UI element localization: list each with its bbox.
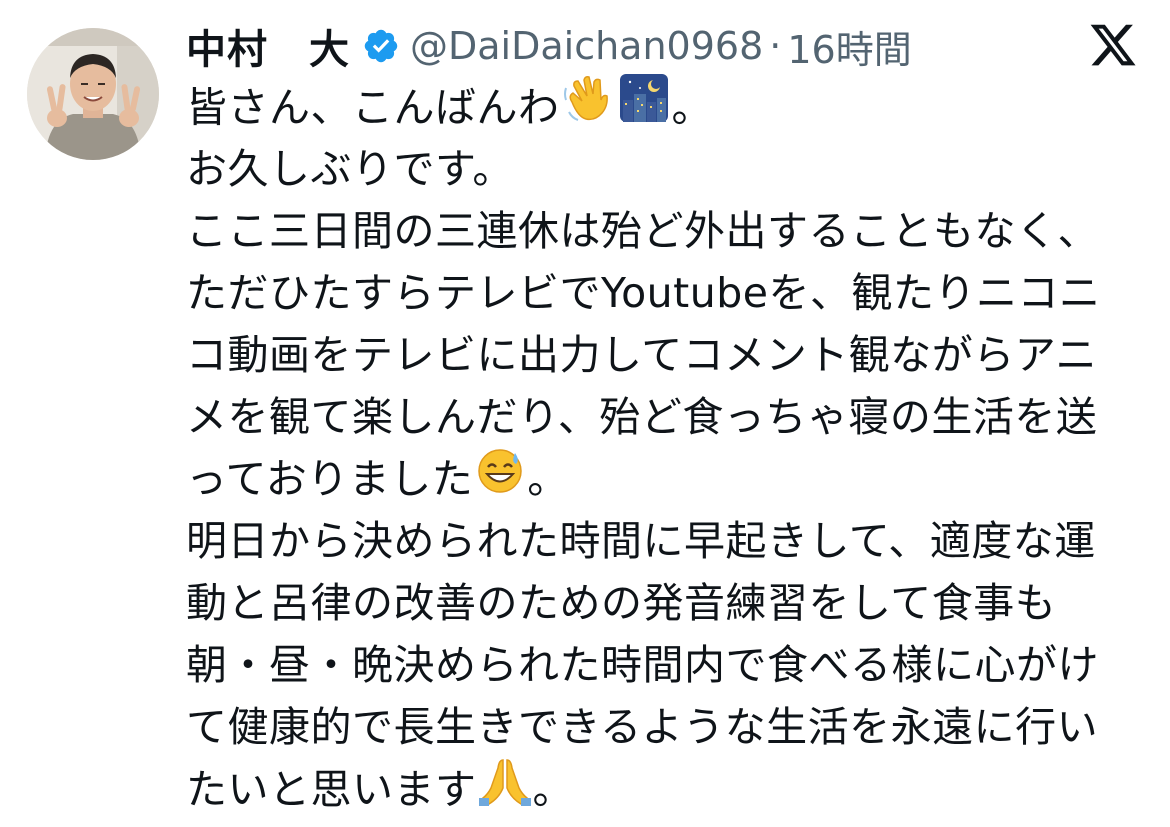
tweet-line-text: コ動画をテレビに出力してコメント観ながらアニ (186, 331, 1097, 379)
night-city-emoji (618, 72, 670, 141)
tweet-line-text: て健康的で長生きできるような生活を永遠に行い (186, 703, 1099, 751)
tweet-line-text: 動と呂律の改善のための発音練習をして食事も (186, 579, 1057, 627)
avatar-photo (27, 28, 159, 160)
tweet-line: たいと思います 。 (186, 758, 1146, 820)
tweet-line: て健康的で長生きできるような生活を永遠に行い (186, 696, 1146, 758)
display-name[interactable]: 中村 大 (186, 17, 350, 75)
post-time[interactable]: 16時間 (787, 19, 911, 74)
tweet-line: ここ三日間の三連休は殆ど外出することもなく、 (186, 200, 1146, 262)
tweet-line-text: ただひたすらテレビでYoutubeを、観たりニコニ (186, 269, 1101, 317)
tweet-line-text: 朝・昼・晩決められた時間内で食べる様に心がけ (186, 641, 1099, 689)
tweet-line-text: っておりました (186, 455, 474, 503)
tweet-line: 動と呂律の改善のための発音練習をして食事も (186, 572, 1146, 634)
grinning-sweat-emoji (475, 445, 525, 512)
tweet-line-text: 明日から決められた時間に早起きして、適度な運 (186, 517, 1096, 565)
separator-dot: · (769, 24, 782, 68)
tweet-line-ending: 。 (532, 765, 574, 814)
tweet-line-ending: 。 (671, 83, 713, 132)
author-handle[interactable]: @DaiDaichan0968 (410, 24, 763, 68)
verified-badge-icon[interactable] (362, 27, 400, 65)
tweet-line: っておりました 。 (186, 448, 1146, 510)
tweet-text: 皆さん、こんばんわ 。 お久しぶりです。 ここ三日間の三連休は殆ど外出することも… (186, 74, 1146, 820)
tweet-line-text: メを観て楽しんだり、殆ど食っちゃ寝の生活を送 (186, 393, 1098, 441)
tweet-line-text: たいと思います (186, 765, 477, 814)
tweet-line: 皆さん、こんばんわ 。 (186, 74, 1146, 138)
tweet-line: 朝・昼・晩決められた時間内で食べる様に心がけ (186, 634, 1146, 696)
tweet-line: メを観て楽しんだり、殆ど食っちゃ寝の生活を送 (186, 386, 1146, 448)
folded-hands-emoji (478, 754, 531, 823)
tweet-line-ending: 。 (527, 455, 569, 503)
tweet-line: ただひたすらテレビでYoutubeを、観たりニコニ (186, 262, 1146, 324)
tweet-line: 明日から決められた時間に早起きして、適度な運 (186, 510, 1146, 572)
tweet-line-text: ここ三日間の三連休は殆ど外出することもなく、 (186, 207, 1099, 255)
tweet-line-text: 皆さん、こんばんわ (186, 83, 560, 132)
tweet-line: お久しぶりです。 (186, 138, 1146, 200)
tweet-line-text: お久しぶりです。 (186, 145, 514, 193)
waving-hand-emoji (562, 72, 614, 141)
author-avatar[interactable] (27, 28, 159, 160)
x-logo-icon[interactable] (1088, 20, 1138, 70)
tweet-line: コ動画をテレビに出力してコメント観ながらアニ (186, 324, 1146, 386)
tweet-header: 中村 大 @DaiDaichan0968 · 16時間 (186, 18, 912, 74)
